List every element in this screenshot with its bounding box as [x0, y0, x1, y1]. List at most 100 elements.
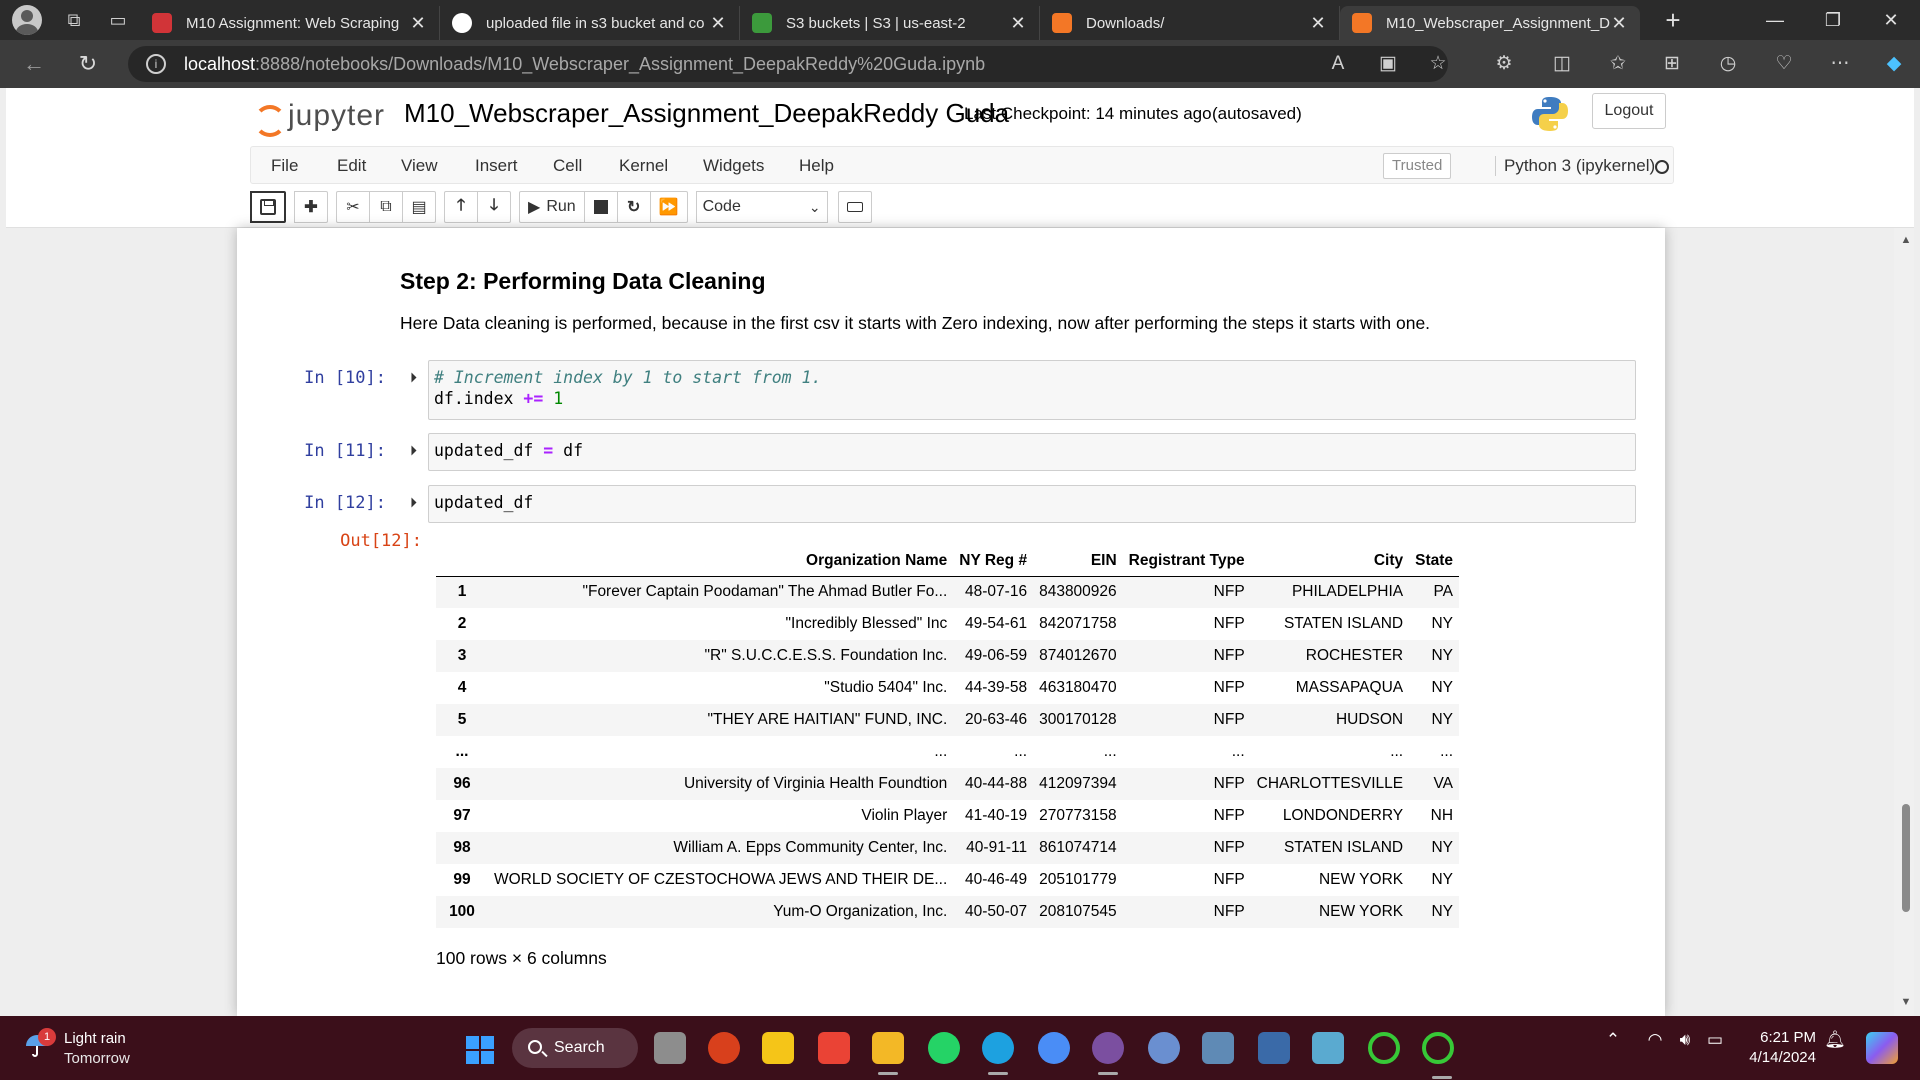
- browser-tab[interactable]: Downloads/ ✕: [1040, 6, 1340, 40]
- github-desktop-icon[interactable]: [1092, 1032, 1124, 1075]
- refresh-icon[interactable]: ↻: [70, 46, 106, 82]
- restart-run-all-button[interactable]: ⏩: [649, 191, 688, 223]
- workspaces-icon[interactable]: ⧉: [62, 8, 86, 32]
- profile-icon[interactable]: [12, 5, 42, 35]
- close-tab-icon[interactable]: ✕: [1309, 13, 1327, 34]
- weather-time: Tomorrow: [64, 1050, 130, 1067]
- gmail-icon[interactable]: [818, 1032, 850, 1064]
- browser-tab[interactable]: M10_Webscraper_Assignment_D ✕: [1340, 6, 1640, 40]
- move-up-button[interactable]: 🡑: [444, 191, 478, 223]
- menu-insert[interactable]: Insert: [475, 156, 518, 176]
- browser-essentials-icon[interactable]: ♡: [1770, 50, 1798, 78]
- close-tab-icon[interactable]: ✕: [1610, 13, 1628, 34]
- menu-cell[interactable]: Cell: [553, 156, 582, 176]
- close-tab-icon[interactable]: ✕: [709, 13, 727, 34]
- chrome-icon[interactable]: [1038, 1032, 1070, 1064]
- windows-start-icon[interactable]: [466, 1036, 494, 1064]
- site-info-icon[interactable]: i: [146, 54, 166, 74]
- favorite-star-icon[interactable]: ☆: [1424, 50, 1452, 78]
- chevron-up-icon[interactable]: ⌃: [1600, 1030, 1626, 1050]
- split-screen-icon[interactable]: ◫: [1548, 50, 1576, 78]
- minimize-button[interactable]: —: [1746, 0, 1804, 40]
- copy-button[interactable]: ⧉: [369, 191, 403, 223]
- file-explorer-icon[interactable]: [872, 1032, 904, 1075]
- interrupt-button[interactable]: [583, 191, 618, 223]
- postgresql-icon[interactable]: [1202, 1032, 1234, 1064]
- close-tab-icon[interactable]: ✕: [1009, 13, 1027, 34]
- cut-button[interactable]: ✂: [336, 191, 370, 223]
- copilot-icon[interactable]: ◆: [1880, 50, 1908, 78]
- copilot-taskbar-icon[interactable]: [1866, 1032, 1898, 1064]
- back-icon[interactable]: ←: [16, 46, 52, 82]
- wifi-icon[interactable]: ◠: [1642, 1030, 1668, 1050]
- code-cell-input[interactable]: # Increment index by 1 to start from 1. …: [428, 360, 1636, 420]
- favorites-icon[interactable]: ✩: [1604, 50, 1632, 78]
- tab-actions-icon[interactable]: ▭: [106, 8, 130, 32]
- logout-button[interactable]: Logout: [1592, 93, 1666, 129]
- jupyter-logo[interactable]: jupyter: [252, 96, 392, 137]
- code-cell-input[interactable]: updated_df = df: [428, 433, 1636, 471]
- cell-type-select[interactable]: Code ⌄: [695, 191, 828, 223]
- run-label: Run: [546, 198, 576, 215]
- browser-tab[interactable]: uploaded file in s3 bucket and co ✕: [440, 6, 740, 40]
- mysql-workbench-icon[interactable]: [1258, 1032, 1290, 1064]
- browser-tab[interactable]: M10 Assignment: Web Scraping ✕: [140, 6, 440, 40]
- notification-bell-icon[interactable]: 🔔︎: [1822, 1030, 1848, 1050]
- anaconda-navigator-icon[interactable]: [1422, 1032, 1454, 1079]
- battery-icon[interactable]: ▭: [1702, 1030, 1728, 1050]
- close-tab-icon[interactable]: ✕: [409, 13, 427, 34]
- address-bar[interactable]: i localhost:8888/notebooks/Downloads/M10…: [128, 46, 1448, 82]
- command-palette-button[interactable]: [837, 191, 872, 223]
- save-button[interactable]: [250, 191, 286, 223]
- table-cell: NY: [1431, 679, 1454, 696]
- menu-container: File Edit View Insert Cell Kernel Widget…: [250, 146, 1674, 184]
- insert-cell-button[interactable]: ✚: [294, 191, 328, 223]
- restart-button[interactable]: ↻: [616, 191, 651, 223]
- output-prompt: Out[12]:: [340, 531, 422, 551]
- collections-icon[interactable]: ⊞: [1658, 50, 1686, 78]
- notebook-title[interactable]: M10_Webscraper_Assignment_DeepakReddy Gu…: [404, 98, 1009, 129]
- run-cell-icon[interactable]: ⏵: [410, 442, 422, 458]
- system-clock[interactable]: 6:21 PM 4/14/2024: [1740, 1028, 1816, 1068]
- new-tab-button[interactable]: +: [1658, 5, 1688, 36]
- volume-icon[interactable]: 🔊︎: [1672, 1030, 1698, 1050]
- edge-browser-icon[interactable]: [982, 1032, 1014, 1075]
- run-cell-icon[interactable]: ⏵: [410, 494, 422, 510]
- settings-more-icon[interactable]: ⋯: [1826, 50, 1854, 78]
- trusted-indicator[interactable]: Trusted: [1383, 153, 1452, 179]
- taskbar-search[interactable]: Search: [512, 1028, 638, 1068]
- history-icon[interactable]: ◷: [1714, 50, 1742, 78]
- weather-widget[interactable]: 1 Light rain Tomorrow: [20, 1028, 180, 1068]
- menu-kernel[interactable]: Kernel: [619, 156, 668, 176]
- paste-button[interactable]: ▤: [402, 191, 436, 223]
- extensions-icon[interactable]: ⚙: [1490, 50, 1518, 78]
- run-cell-icon[interactable]: ⏵: [410, 369, 422, 385]
- scroll-up-icon[interactable]: ▲: [1898, 234, 1914, 246]
- menu-help[interactable]: Help: [799, 156, 834, 176]
- menu-file[interactable]: File: [271, 156, 298, 176]
- close-window-button[interactable]: ✕: [1862, 0, 1920, 40]
- row-index: 4: [457, 679, 467, 696]
- snipping-tool-icon[interactable]: [1312, 1032, 1344, 1064]
- scroll-thumb[interactable]: [1902, 804, 1910, 912]
- sticky-notes-icon[interactable]: [762, 1032, 794, 1064]
- table-cell: NFP: [1213, 871, 1245, 888]
- scroll-down-icon[interactable]: ▼: [1898, 996, 1914, 1008]
- run-button[interactable]: ▶ Run: [519, 191, 585, 223]
- code-cell-input[interactable]: updated_df: [428, 485, 1636, 523]
- read-aloud-icon[interactable]: A: [1324, 50, 1352, 78]
- anaconda-icon[interactable]: [1368, 1032, 1400, 1064]
- wps-office-icon[interactable]: [708, 1032, 740, 1064]
- immersive-reader-icon[interactable]: ▣: [1374, 50, 1402, 78]
- r-language-icon[interactable]: [1148, 1032, 1180, 1064]
- table-cell: 49-06-59: [965, 647, 1028, 664]
- whatsapp-icon[interactable]: [928, 1032, 960, 1064]
- menu-edit[interactable]: Edit: [337, 156, 366, 176]
- move-down-button[interactable]: 🡓: [477, 191, 511, 223]
- menu-view[interactable]: View: [401, 156, 438, 176]
- task-view-icon[interactable]: [654, 1032, 686, 1064]
- table-cell: NFP: [1213, 647, 1245, 664]
- menu-widgets[interactable]: Widgets: [703, 156, 764, 176]
- restore-button[interactable]: ❐: [1804, 0, 1862, 40]
- browser-tab[interactable]: S3 buckets | S3 | us-east-2 ✕: [740, 6, 1040, 40]
